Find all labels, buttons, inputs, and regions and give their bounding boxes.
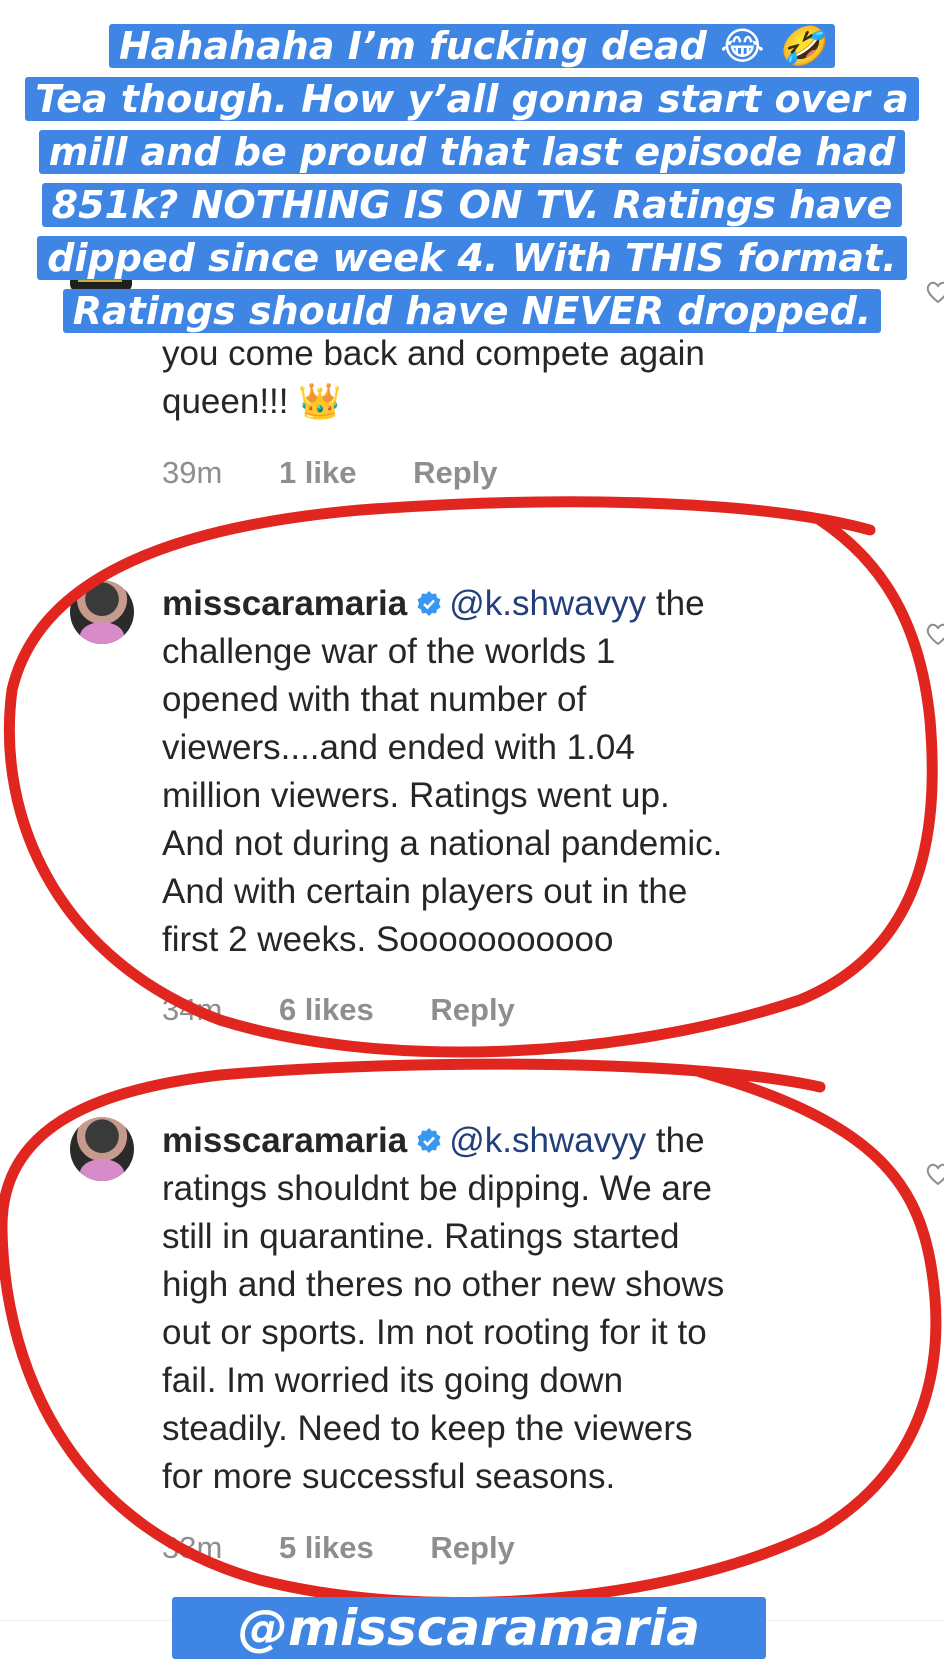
verified-badge-icon (417, 591, 441, 616)
comment-username[interactable]: misscaramaria (162, 584, 407, 623)
comment-time: 33m (162, 1530, 223, 1565)
comment-meta: 39m 1 like Reply (162, 455, 546, 491)
reply-button[interactable]: Reply (430, 1530, 514, 1566)
avatar-figure (80, 1159, 124, 1181)
avatar-figure (80, 622, 124, 644)
mention-sticker[interactable]: @misscaramaria (172, 1597, 766, 1659)
caption-line: Ratings should have NEVER dropped. (0, 285, 944, 338)
reply-button[interactable]: Reply (413, 455, 497, 491)
comment-text: the ratings shouldnt be dipping. We are … (162, 1121, 725, 1496)
comment-username[interactable]: misscaramaria (162, 1121, 407, 1160)
comment-mention[interactable]: @k.shwavyy (449, 1121, 646, 1160)
verified-badge-icon (417, 1128, 441, 1153)
comment-body: misscaramaria @k.shwavyy the ratings shou… (162, 1117, 882, 1501)
comment-text: you come back and compete again queen!!!… (162, 334, 705, 421)
comment-time: 34m (162, 992, 223, 1027)
heart-icon[interactable] (924, 1160, 944, 1188)
story-caption: Hahahaha I’m fucking dead 😂 🤣 Tea though… (0, 20, 944, 338)
like-count[interactable]: 5 likes (279, 1530, 374, 1566)
comment-text: the challenge war of the worlds 1 opened… (162, 584, 723, 959)
like-count[interactable]: 6 likes (279, 992, 374, 1028)
caption-line: Hahahaha I’m fucking dead 😂 🤣 (0, 20, 944, 73)
caption-line: dipped since week 4. With THIS format. (0, 232, 944, 285)
caption-line: Tea though. How y’all gonna start over a (0, 73, 944, 126)
comment-mention[interactable]: @k.shwavyy (449, 584, 646, 623)
caption-line: mill and be proud that last episode had (0, 126, 944, 179)
heart-icon[interactable] (924, 620, 944, 648)
comment-meta: 34m 6 likes Reply (162, 992, 563, 1028)
comment-meta: 33m 5 likes Reply (162, 1530, 563, 1566)
caption-line: 851k? NOTHING IS ON TV. Ratings have (0, 179, 944, 232)
reply-button[interactable]: Reply (430, 992, 514, 1028)
avatar[interactable] (70, 1117, 134, 1181)
comment-time: 39m (162, 455, 223, 490)
like-count[interactable]: 1 like (279, 455, 357, 491)
avatar[interactable] (70, 580, 134, 644)
comment-body: misscaramaria @k.shwavyy the challenge wa… (162, 580, 882, 964)
